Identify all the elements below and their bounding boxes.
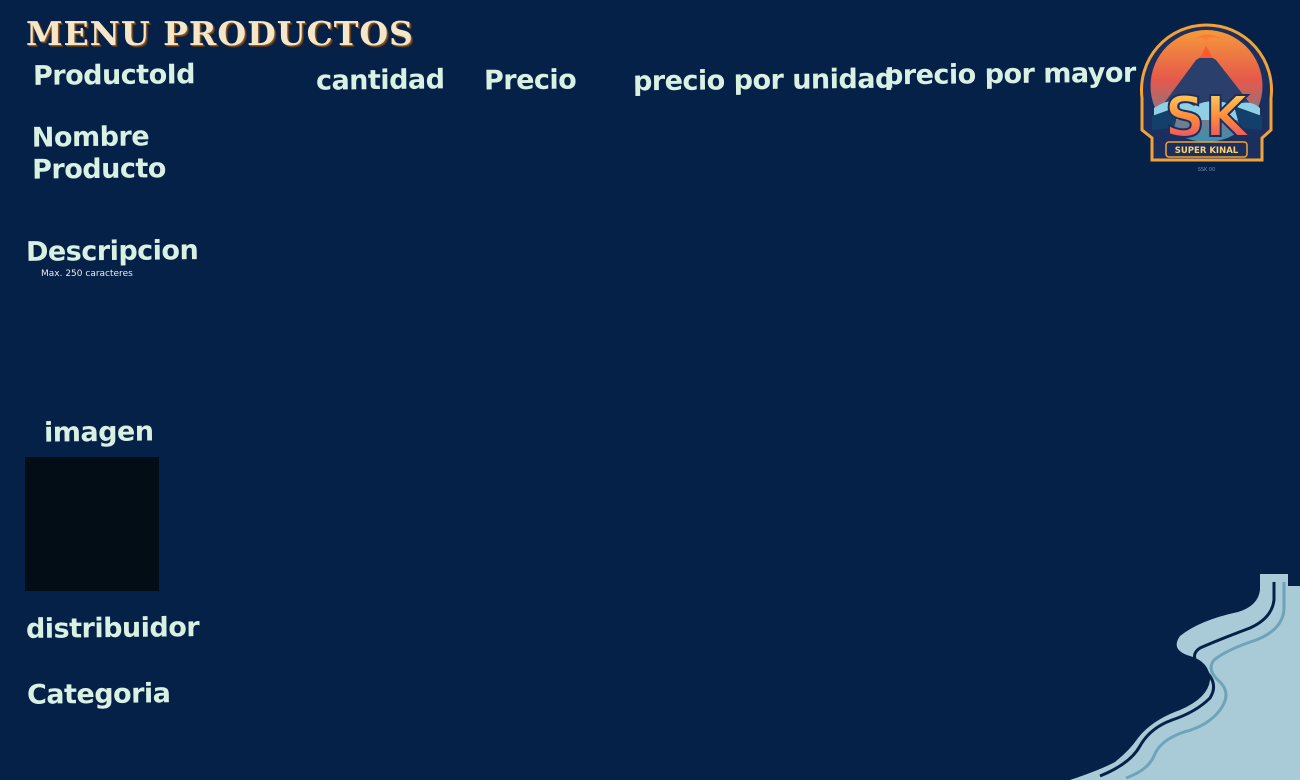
- precio-unidad-label: precio por unidad: [632, 63, 894, 98]
- descripcion-label: Descripcion: [25, 235, 199, 268]
- logo-initials: SK: [1165, 85, 1251, 150]
- logo-tagline: SSK 00: [1198, 167, 1216, 173]
- precio-label: Precio: [483, 64, 577, 97]
- categoria-label: Categoria: [26, 678, 171, 711]
- producto-id-label: ProductoId: [32, 59, 196, 92]
- imagen-label: imagen: [43, 416, 154, 449]
- descripcion-hint: Max. 250 caracteres: [41, 269, 133, 279]
- nombre-label-line1: Nombre: [31, 121, 150, 154]
- nombre-label-line2: Producto: [32, 153, 166, 186]
- super-kinal-logo: SK SUPER KINAL SSK 00: [1140, 23, 1273, 173]
- distribuidor-label: distribuidor: [25, 612, 200, 645]
- page-title: MENU PRODUCTOS: [26, 14, 414, 53]
- product-image-preview[interactable]: [25, 457, 159, 591]
- logo-name: SUPER KINAL: [1175, 146, 1239, 156]
- precio-mayor-label: precio por mayor: [883, 57, 1136, 92]
- nombre-producto-label: Nombre Producto: [31, 121, 166, 186]
- decorative-wave-shape: [1070, 574, 1300, 780]
- cantidad-label: cantidad: [315, 64, 445, 97]
